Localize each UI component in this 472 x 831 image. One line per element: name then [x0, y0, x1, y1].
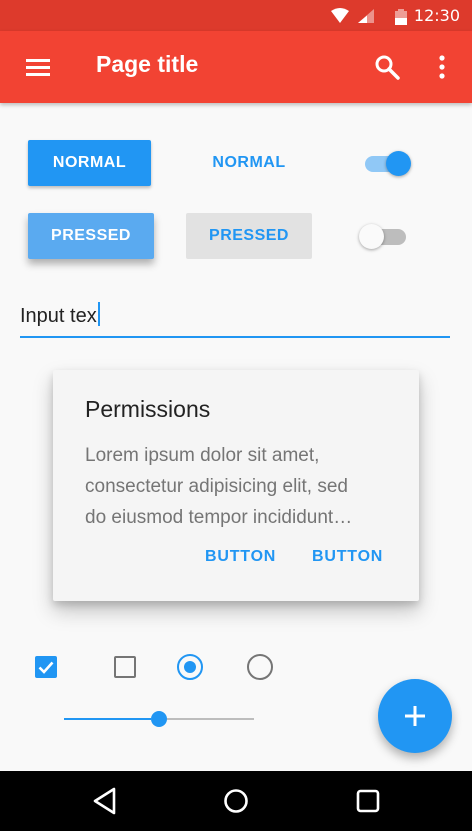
recents-square-icon[interactable] [352, 785, 384, 817]
raised-pressed-button[interactable]: PRESSED [28, 213, 154, 259]
slider-thumb[interactable] [151, 711, 167, 727]
switch-off[interactable] [358, 221, 408, 251]
check-icon [38, 661, 54, 674]
checkbox-checked[interactable] [35, 656, 57, 678]
app-bar: Page title [0, 31, 472, 103]
dialog-body-line: Lorem ipsum dolor sit amet, [85, 445, 320, 466]
flat-normal-button[interactable]: NORMAL [190, 140, 308, 186]
permissions-dialog: Permissions Lorem ipsum dolor sit amet, … [53, 370, 419, 601]
home-circle-icon[interactable] [220, 785, 252, 817]
wifi-icon [331, 8, 349, 23]
text-input[interactable]: Input tex [20, 296, 450, 338]
dialog-button-2[interactable]: BUTTON [312, 548, 383, 566]
checkbox-unchecked[interactable] [114, 656, 136, 678]
dialog-body-line: consectetur adipisicing elit, sed [85, 476, 348, 497]
more-vert-icon[interactable] [428, 53, 456, 81]
input-underline [20, 336, 450, 338]
switch-on[interactable] [361, 148, 411, 178]
switch-thumb [386, 151, 411, 176]
dialog-body: Lorem ipsum dolor sit amet, consectetur … [85, 440, 391, 533]
system-nav-bar [0, 771, 472, 831]
input-value: Input tex [20, 302, 100, 328]
slider-track-inactive [167, 718, 254, 720]
battery-icon [395, 9, 407, 25]
page-title: Page title [96, 51, 199, 77]
plus-icon [405, 706, 425, 726]
status-time: 12:30 [413, 6, 460, 25]
status-bar: 12:30 [0, 0, 472, 31]
switch-thumb [359, 224, 384, 249]
raised-normal-button[interactable]: NORMAL [28, 140, 151, 186]
menu-icon[interactable] [24, 53, 52, 81]
add-fab-button[interactable] [378, 679, 452, 753]
dialog-title: Permissions [85, 396, 211, 422]
radio-selected[interactable] [177, 654, 203, 680]
text-cursor [97, 302, 100, 326]
slider[interactable] [64, 708, 254, 730]
radio-unselected[interactable] [247, 654, 273, 680]
slider-track-active [64, 718, 151, 720]
dialog-body-line: do eiusmod tempor incididunt… [85, 507, 353, 528]
back-triangle-icon[interactable] [90, 785, 122, 817]
cell-signal-icon [358, 9, 374, 23]
input-value-text: Input tex [20, 305, 97, 327]
flat-pressed-button[interactable]: PRESSED [186, 213, 312, 259]
search-icon[interactable] [373, 53, 401, 81]
radio-dot [183, 660, 196, 673]
dialog-button-1[interactable]: BUTTON [205, 548, 276, 566]
